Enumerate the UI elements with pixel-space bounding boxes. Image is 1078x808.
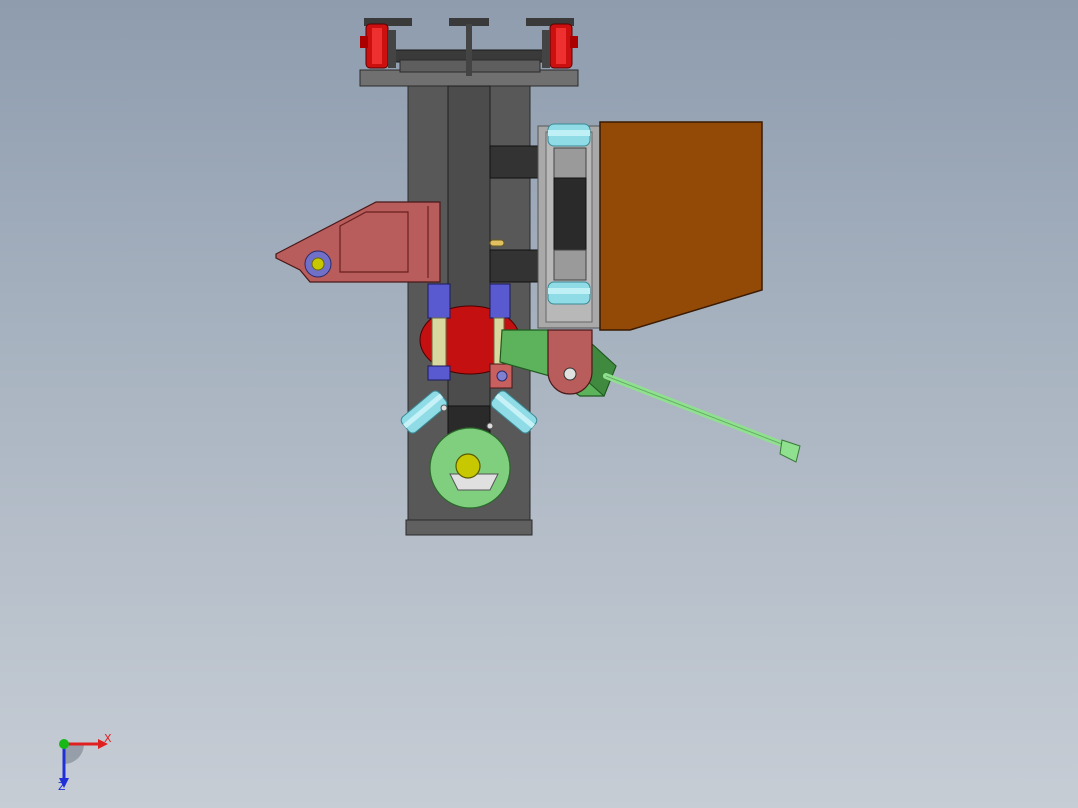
frame-base <box>405 519 533 536</box>
y-axis-dot <box>59 739 69 749</box>
clevis <box>547 329 593 395</box>
clamp-block-mid <box>553 177 587 251</box>
assembly-model[interactable] <box>0 0 1078 808</box>
pivot-bracket <box>275 201 441 283</box>
roller-top <box>547 123 591 147</box>
cad-viewport[interactable]: X Z <box>0 0 1078 808</box>
motor-housing <box>599 121 763 331</box>
z-axis-label: Z <box>58 780 66 792</box>
roller-bottom <box>547 281 591 305</box>
axis-triad: X Z <box>58 732 112 792</box>
x-axis-label: X <box>104 732 112 745</box>
guide-block-left <box>427 283 451 319</box>
rod-tip <box>779 439 801 463</box>
clamp-block-upper <box>553 147 587 179</box>
guide-block-right <box>489 283 511 319</box>
clamp-block-lower <box>553 249 587 281</box>
pulley-hub <box>455 453 481 479</box>
